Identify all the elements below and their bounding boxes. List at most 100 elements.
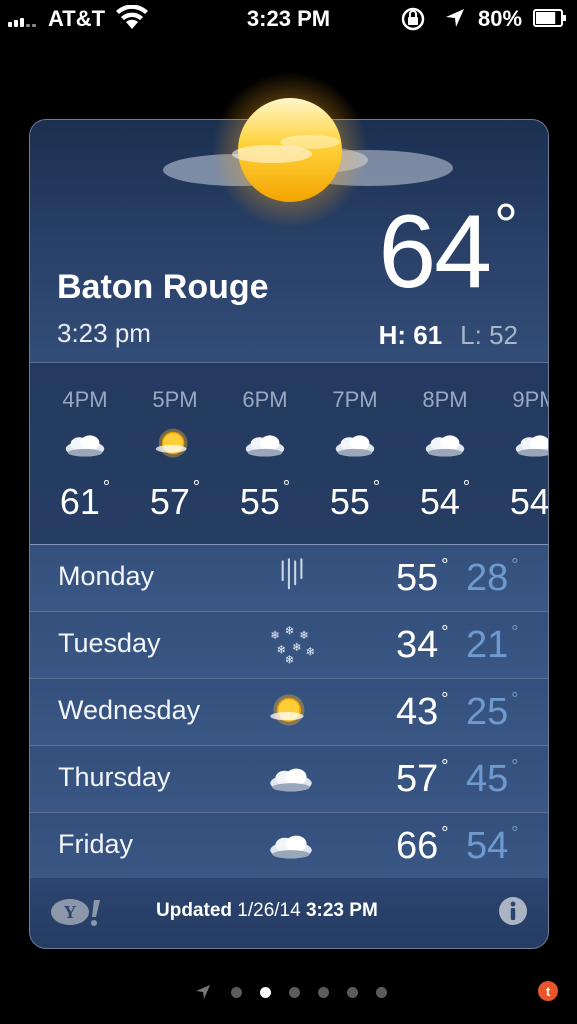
sun-icon bbox=[212, 72, 368, 228]
cloudy-icon bbox=[420, 425, 470, 465]
yahoo-logo-icon[interactable]: Y bbox=[50, 896, 108, 928]
updated-date: 1/26/14 bbox=[237, 900, 301, 921]
day-high-value: 34 bbox=[396, 624, 439, 666]
high-temperature: H: 61 bbox=[378, 320, 443, 350]
day-high-temperature: 55 ° bbox=[396, 555, 449, 600]
day-low-value: 25 bbox=[466, 691, 509, 733]
hourly-temperature-value: 54 bbox=[419, 481, 460, 522]
day-high-temperature: 43 ° bbox=[396, 689, 448, 734]
daily-row-tuesday: Tuesday ❄ ❄ ❄ ❄ ❄ ❄ ❄ 34 ° 21 ° bbox=[30, 612, 548, 679]
page-dot[interactable] bbox=[347, 987, 358, 998]
hourly-temperature: 55 ° bbox=[220, 477, 310, 523]
degree-symbol: ° bbox=[511, 555, 519, 575]
day-low-value: 54 bbox=[466, 825, 509, 867]
degree-symbol: ° bbox=[511, 823, 519, 843]
day-low-temperature: 21 ° bbox=[466, 622, 518, 667]
day-name: Friday bbox=[58, 829, 134, 859]
hourly-time: 6PM bbox=[242, 387, 288, 412]
cloudy-icon bbox=[60, 425, 110, 465]
updated-timestamp: Updated 1/26/14 3:23 PM bbox=[156, 900, 378, 922]
day-low-temperature: 45 ° bbox=[466, 756, 519, 801]
status-bar: AT&T 3:23 PM 80% bbox=[0, 0, 577, 38]
hourly-temperature: 57 ° bbox=[130, 477, 220, 523]
daily-row-thursday: Thursday 57 ° 45 ° bbox=[30, 746, 548, 813]
battery-percent: 80% bbox=[478, 6, 523, 31]
degree-symbol: ° bbox=[441, 756, 449, 776]
rotation-lock-icon bbox=[401, 7, 425, 31]
degree-symbol: ° bbox=[441, 555, 449, 575]
svg-text:❄: ❄ bbox=[285, 653, 295, 667]
day-low-temperature: 28 ° bbox=[466, 555, 519, 600]
current-temperature-value: 64 bbox=[378, 194, 492, 310]
hourly-temperature: 61 ° bbox=[40, 477, 130, 523]
degree-symbol: ° bbox=[511, 689, 519, 709]
day-name: Wednesday bbox=[58, 695, 201, 725]
svg-text:t: t bbox=[546, 984, 551, 999]
local-time: 3:23 pm bbox=[57, 318, 151, 348]
daily-forecast: Monday 55 ° 28 ° Tuesday ❄ ❄ ❄ ❄ ❄ ❄ ❄ 34 ° 21 ° Wednesda… bbox=[30, 544, 548, 880]
city-name: Baton Rouge bbox=[57, 268, 269, 306]
updated-label: Updated bbox=[156, 900, 232, 921]
svg-text:Y: Y bbox=[64, 902, 77, 922]
page-dot[interactable] bbox=[289, 987, 300, 998]
daily-row-friday: Friday 66 ° 54 ° bbox=[30, 813, 548, 880]
hourly-temperature-value: 61 bbox=[59, 481, 100, 522]
notification-badge-icon[interactable]: t bbox=[537, 980, 559, 1002]
svg-text:❄: ❄ bbox=[285, 624, 295, 638]
day-high-value: 57 bbox=[396, 758, 439, 800]
card-footer: Y Updated 1/26/14 3:23 PM bbox=[30, 878, 548, 948]
location-arrow-icon bbox=[446, 9, 464, 27]
hourly-temperature: 54° bbox=[400, 477, 490, 523]
low-temperature: L: 52 bbox=[460, 320, 518, 350]
page-dot[interactable] bbox=[318, 987, 329, 998]
partly-sunny-icon bbox=[264, 689, 318, 735]
day-high-temperature: 66 ° bbox=[396, 823, 448, 868]
degree-symbol: ° bbox=[372, 477, 381, 497]
hourly-time: 8PM bbox=[422, 387, 468, 412]
page-dot[interactable] bbox=[376, 987, 387, 998]
page-dot[interactable] bbox=[231, 987, 242, 998]
day-high-value: 43 bbox=[396, 691, 439, 733]
daily-row-wednesday: Wednesday 43 ° 25 ° bbox=[30, 679, 548, 746]
degree-symbol: ° bbox=[441, 622, 449, 642]
hourly-temperature-value: 55 bbox=[239, 481, 280, 522]
cloudy-icon bbox=[264, 756, 318, 802]
info-icon[interactable] bbox=[498, 896, 528, 926]
cloudy-icon bbox=[264, 823, 318, 869]
rain-icon bbox=[264, 555, 318, 601]
hourly-temperature-value: 55 bbox=[329, 481, 370, 522]
page-dot[interactable] bbox=[260, 987, 271, 998]
snow-icon: ❄ ❄ ❄ ❄ ❄ ❄ ❄ bbox=[264, 622, 318, 668]
day-name: Thursday bbox=[58, 762, 171, 792]
hourly-temperature-value: 57 bbox=[149, 481, 190, 522]
day-high-value: 66 bbox=[396, 825, 439, 867]
daily-row-monday: Monday 55 ° 28 ° bbox=[30, 544, 548, 612]
day-low-value: 28 bbox=[466, 557, 509, 599]
hourly-time: 9PM bbox=[512, 387, 548, 412]
page-indicator[interactable] bbox=[0, 978, 577, 1008]
weather-card[interactable]: Baton Rouge 3:23 pm 64° H: 61 L: 52 4PM 61… bbox=[30, 120, 548, 948]
cloudy-icon bbox=[240, 425, 290, 465]
day-name: Monday bbox=[58, 561, 155, 591]
day-low-temperature: 54 ° bbox=[466, 823, 519, 868]
hourly-temperature: 54° bbox=[490, 481, 548, 523]
degree-symbol: ° bbox=[282, 477, 291, 497]
day-low-temperature: 25 ° bbox=[466, 689, 519, 734]
hourly-time: 5PM bbox=[152, 387, 198, 412]
partly-sunny-icon bbox=[150, 425, 200, 465]
degree-symbol: ° bbox=[511, 756, 519, 776]
hourly-temperature: 55 ° bbox=[310, 477, 400, 523]
day-low-value: 45 bbox=[466, 758, 509, 800]
updated-time: 3:23 PM bbox=[305, 900, 378, 921]
degree-symbol: ° bbox=[494, 192, 518, 259]
day-low-value: 21 bbox=[466, 624, 509, 666]
svg-text:❄: ❄ bbox=[270, 628, 280, 642]
hourly-forecast[interactable]: 4PM61°5PM57°6PM55°7PM55°8PM54°9PM54° bbox=[30, 362, 548, 546]
degree-symbol: ° bbox=[462, 477, 471, 497]
hourly-time: 4PM bbox=[62, 387, 108, 412]
cloudy-icon bbox=[330, 425, 380, 465]
svg-text:❄: ❄ bbox=[306, 644, 316, 658]
hourly-time: 7PM bbox=[332, 387, 378, 412]
day-name: Tuesday bbox=[58, 628, 161, 658]
battery-icon bbox=[533, 9, 566, 27]
